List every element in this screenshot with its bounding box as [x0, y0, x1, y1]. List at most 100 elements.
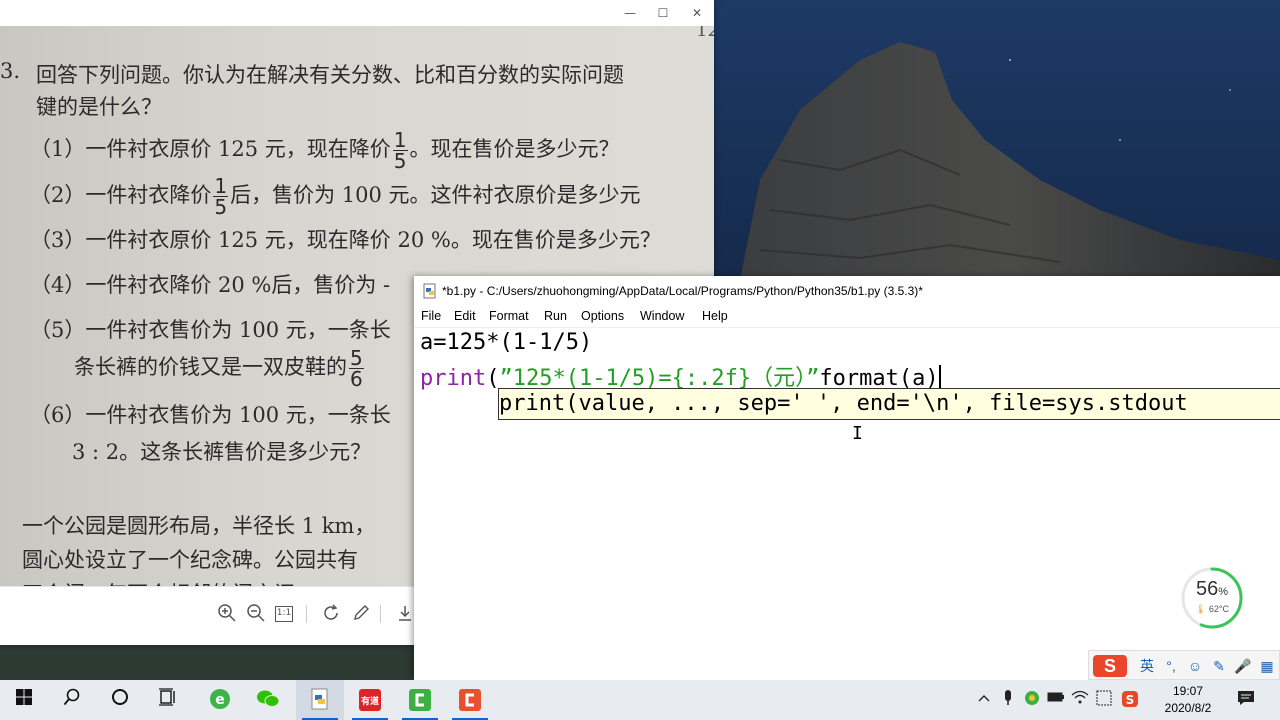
start-button[interactable]: [0, 680, 48, 720]
question-text: 。现在售价是多少元？: [409, 137, 620, 161]
page-number: 12: [696, 26, 714, 41]
taskbar: e 有道 S 19:07 2020/8/2: [0, 680, 1280, 720]
svg-text:e: e: [215, 692, 225, 708]
cortana-icon: [108, 688, 132, 712]
menu-file[interactable]: File: [421, 309, 441, 323]
menu-options[interactable]: Options: [581, 309, 624, 323]
notification-center-icon[interactable]: [1236, 690, 1256, 710]
menu-edit[interactable]: Edit: [454, 309, 476, 323]
taskbar-camtasia-green[interactable]: [396, 680, 444, 720]
ime-voice-icon[interactable]: 🎤: [1233, 655, 1253, 677]
question-text: 后，售价为 100 元。这件衬衣原价是多少元: [230, 183, 641, 207]
taskbar-browser[interactable]: e: [196, 680, 244, 720]
taskbar-youdao[interactable]: 有道: [346, 680, 394, 720]
download-icon[interactable]: [394, 603, 416, 625]
wechat-icon: [256, 688, 280, 712]
menu-window[interactable]: Window: [640, 309, 684, 323]
text-line: （3）一件衬衣原价 125 元，现在降价 20 %。现在售价是多少元？: [30, 228, 661, 252]
ime-handwriting-icon[interactable]: ✎: [1209, 655, 1229, 677]
viewer-titlebar: — ☐ ✕: [0, 0, 714, 26]
taskbar-idle[interactable]: [296, 680, 344, 720]
minimize-button[interactable]: —: [621, 4, 639, 22]
calltip-tooltip: print(value, ..., sep=' ', end='\n', fil…: [498, 388, 1280, 420]
youdao-dictionary-icon: 有道: [358, 688, 382, 712]
toolbar-separator: [306, 605, 307, 623]
idle-titlebar: *b1.py - C:/Users/zhuohongming/AppData/L…: [414, 276, 1280, 306]
clock-time: 19:07: [1172, 684, 1204, 698]
rotate-icon[interactable]: [320, 603, 342, 625]
zoom-in-icon[interactable]: [216, 603, 238, 625]
fraction: 56: [349, 346, 364, 391]
problem-number: 3.: [0, 59, 21, 83]
microphone-icon[interactable]: [998, 690, 1018, 710]
sogou-logo-icon[interactable]: S: [1093, 655, 1127, 677]
menu-run[interactable]: Run: [544, 309, 567, 323]
svg-text:有道: 有道: [361, 695, 379, 707]
text-line: 键的是什么？: [36, 95, 162, 119]
text-line: （1）一件衬衣原价 125 元，现在降价 1 5 。现在售价是多少元？: [30, 130, 620, 171]
text-line: 圆心处设立了一个纪念碑。公园共有: [22, 548, 358, 572]
question-text: （2）一件衬衣降价: [30, 183, 212, 207]
keyword-print: print: [420, 366, 487, 391]
wifi-icon[interactable]: [1070, 690, 1090, 710]
search-button[interactable]: [48, 680, 96, 720]
edit-icon[interactable]: [350, 603, 372, 625]
task-view-icon: [156, 688, 180, 712]
text-line: 四个门，每两个相邻的门之间: [22, 578, 295, 586]
text-line: 条长裤的价钱又是一双皮鞋的 5 6: [74, 348, 366, 389]
thermometer-icon: 🌡: [1194, 604, 1207, 614]
system-clock[interactable]: 19:07 2020/8/2: [1152, 683, 1224, 717]
close-button[interactable]: ✕: [688, 4, 706, 22]
fraction: 15: [392, 128, 408, 173]
text-line: 回答下列问题。你认为在解决有关分数、比和百分数的实际问题: [36, 63, 624, 87]
ime-emoji-icon[interactable]: ☺: [1185, 655, 1205, 677]
svg-text:S: S: [1126, 693, 1135, 707]
text-line: （5）一件衬衣售价为 100 元，一条长: [30, 318, 391, 342]
idle-editor-window: *b1.py - C:/Users/zhuohongming/AppData/L…: [414, 276, 1280, 680]
ime-language-toggle[interactable]: 英: [1137, 655, 1157, 677]
battery-icon[interactable]: [1046, 690, 1066, 710]
security-app-icon[interactable]: [1022, 690, 1042, 710]
menu-bar: File Edit Format Run Options Window Help: [414, 306, 1280, 328]
ime-punctuation-toggle[interactable]: °,: [1161, 655, 1181, 677]
code-editor[interactable]: a=125*(1-1/5) print(”125*(1-1/5)={:.2f}（…: [414, 328, 1280, 680]
window-title: *b1.py - C:/Users/zhuohongming/AppData/L…: [442, 284, 923, 298]
code-line-1: a=125*(1-1/5): [420, 330, 593, 355]
menu-help[interactable]: Help: [702, 309, 728, 323]
ibeam-cursor-icon: I: [852, 423, 863, 444]
text-line: 一个公园是圆形布局，半径长 1 km，: [22, 514, 376, 538]
taskbar-camtasia-orange[interactable]: [446, 680, 494, 720]
sogou-tray-icon[interactable]: S: [1120, 690, 1140, 710]
zoom-out-icon[interactable]: [245, 603, 267, 625]
cortana-button[interactable]: [96, 680, 144, 720]
browser-icon: e: [208, 688, 232, 712]
python-idle-icon: [308, 688, 332, 712]
text-line: （2）一件衬衣降价 1 5 后，售价为 100 元。这件衬衣原价是多少元: [30, 176, 641, 217]
camtasia-editor-icon: [458, 688, 482, 712]
maximize-button[interactable]: ☐: [654, 4, 672, 22]
python-file-icon: [422, 283, 438, 299]
performance-gauge[interactable]: 56% 🌡 62°C: [1180, 566, 1244, 630]
search-icon: [60, 688, 84, 712]
toolbar-separator: [380, 605, 381, 623]
text-line: （4）一件衬衣降价 20 %后，售价为 -: [30, 273, 391, 297]
gauge-temperature: 🌡 62°C: [1194, 604, 1230, 614]
clock-date: 2020/8/2: [1164, 701, 1212, 715]
ime-toolbox-icon[interactable]: ▦: [1257, 655, 1277, 677]
ime-toolbar: S 英 °, ☺ ✎ 🎤 ▦: [1088, 650, 1280, 680]
gauge-percent: 56%: [1195, 578, 1229, 600]
actual-size-icon[interactable]: 1:1: [275, 606, 293, 622]
text-line: （6）一件衬衣售价为 100 元，一条长: [30, 403, 391, 427]
fraction: 15: [213, 174, 229, 219]
camtasia-recorder-icon: [408, 688, 432, 712]
text-line: 3 : 2。这条长裤售价是多少元？: [72, 440, 372, 464]
task-view-button[interactable]: [144, 680, 192, 720]
taskbar-wechat[interactable]: [244, 680, 292, 720]
question-text: （1）一件衬衣原价 125 元，现在降价: [30, 137, 391, 161]
question-text: 条长裤的价钱又是一双皮鞋的: [74, 355, 347, 379]
text-cursor: [938, 365, 941, 389]
tray-overflow-chevron-icon[interactable]: [974, 690, 994, 710]
menu-format[interactable]: Format: [489, 309, 529, 323]
input-method-icon[interactable]: [1094, 690, 1114, 710]
windows-logo-icon: [12, 688, 36, 712]
